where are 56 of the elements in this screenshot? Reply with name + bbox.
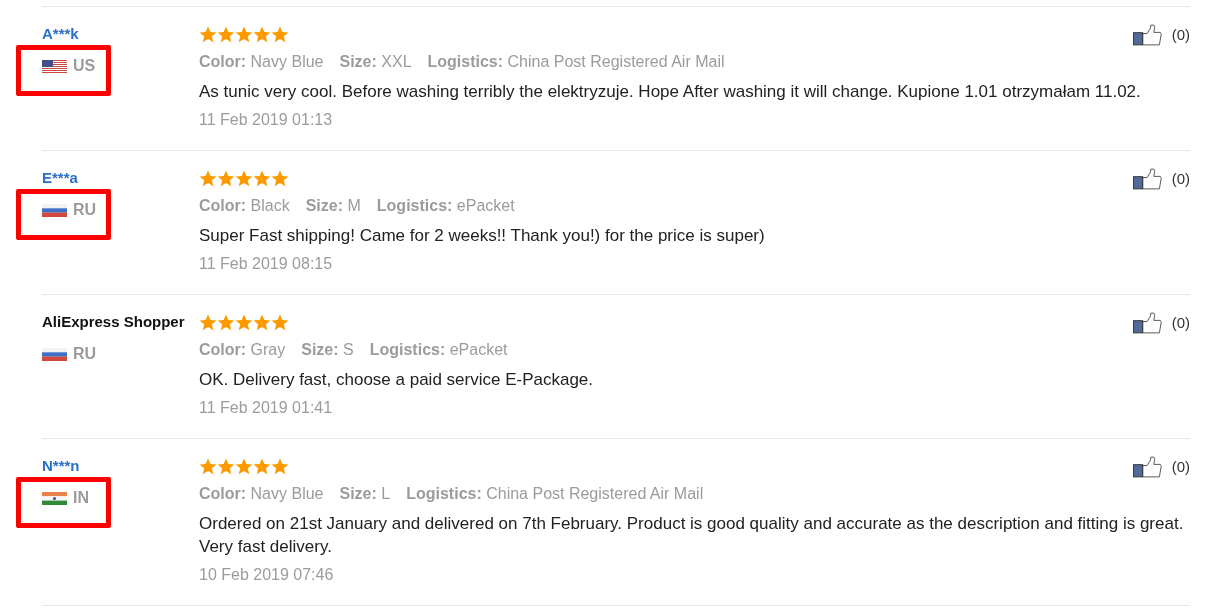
star-icon xyxy=(253,170,271,187)
thumbs-up-icon xyxy=(1132,168,1162,190)
thumbs-up-icon xyxy=(1132,24,1162,46)
reviewer-name-link[interactable]: E***a xyxy=(42,170,78,186)
country-code: US xyxy=(73,56,96,76)
thumbs-up-icon xyxy=(1132,456,1162,478)
star-icon xyxy=(235,458,253,475)
reviewer-name: AliExpress Shopper xyxy=(42,314,185,330)
attribute-text: Color: Gray xyxy=(199,340,286,360)
attribute-text: Logistics: ePacket xyxy=(369,340,508,360)
attribute-text: Logistics: China Post Registered Air Mail xyxy=(427,52,725,72)
like-button[interactable]: (0) xyxy=(1132,312,1190,334)
star-icon xyxy=(199,26,217,43)
attribute-text: Color: Navy Blue xyxy=(199,52,324,72)
attribute-text: Size: XXL xyxy=(339,52,412,72)
reviewer-name-link[interactable]: N***n xyxy=(42,458,80,474)
country-code: IN xyxy=(73,488,89,508)
star-icon xyxy=(235,314,253,331)
review-text: OK. Delivery fast, choose a paid service E-Package. xyxy=(199,369,594,391)
reviewer-name-link[interactable]: A***k xyxy=(42,26,79,42)
star-icon xyxy=(271,170,289,187)
like-button[interactable]: (0) xyxy=(1132,456,1190,478)
star-icon xyxy=(253,314,271,331)
star-icon xyxy=(253,26,271,43)
star-icon xyxy=(199,170,217,187)
like-button[interactable]: (0) xyxy=(1132,168,1190,190)
star-icon xyxy=(217,170,235,187)
like-button[interactable]: (0) xyxy=(1132,24,1190,46)
star-icon xyxy=(271,26,289,43)
review-date: 11 Feb 2019 01:13 xyxy=(199,110,334,130)
attribute-text: Color: Black xyxy=(199,196,290,216)
country-code: RU xyxy=(73,200,97,220)
thumbs-up-icon xyxy=(1132,312,1162,334)
attribute-text: Size: M xyxy=(305,196,361,216)
review-date: 11 Feb 2019 08:15 xyxy=(199,254,334,274)
star-icon xyxy=(271,458,289,475)
star-icon xyxy=(217,314,235,331)
review-date: 11 Feb 2019 01:41 xyxy=(199,398,334,418)
attribute-text: Logistics: ePacket xyxy=(376,196,515,216)
country-code: RU xyxy=(73,344,97,364)
star-icon xyxy=(217,26,235,43)
attribute-text: Logistics: China Post Registered Air Mail xyxy=(406,484,704,504)
attribute-text: Size: L xyxy=(339,484,391,504)
star-icon xyxy=(235,26,253,43)
star-icon xyxy=(217,458,235,475)
review-text: Ordered on 21st January and delivered on 7th February. Product is good quality and accurate as the description and fitting is great. Very fast delivery. xyxy=(199,513,1185,558)
star-icon xyxy=(235,170,253,187)
review-text: Super Fast shipping! Came for 2 weeks!! Thank you!) for the price is super) xyxy=(199,225,766,247)
star-icon xyxy=(199,314,217,331)
star-icon xyxy=(253,458,271,475)
review-date: 10 Feb 2019 07:46 xyxy=(199,565,335,585)
review-text: As tunic very cool. Before washing terribly the elektryzuje. Hope After washing it will change. Kupione 1.01 otrzymałam 11.02. xyxy=(199,81,1142,103)
attribute-text: Size: S xyxy=(301,340,354,360)
star-icon xyxy=(199,458,217,475)
star-icon xyxy=(271,314,289,331)
attribute-text: Color: Navy Blue xyxy=(199,484,324,504)
